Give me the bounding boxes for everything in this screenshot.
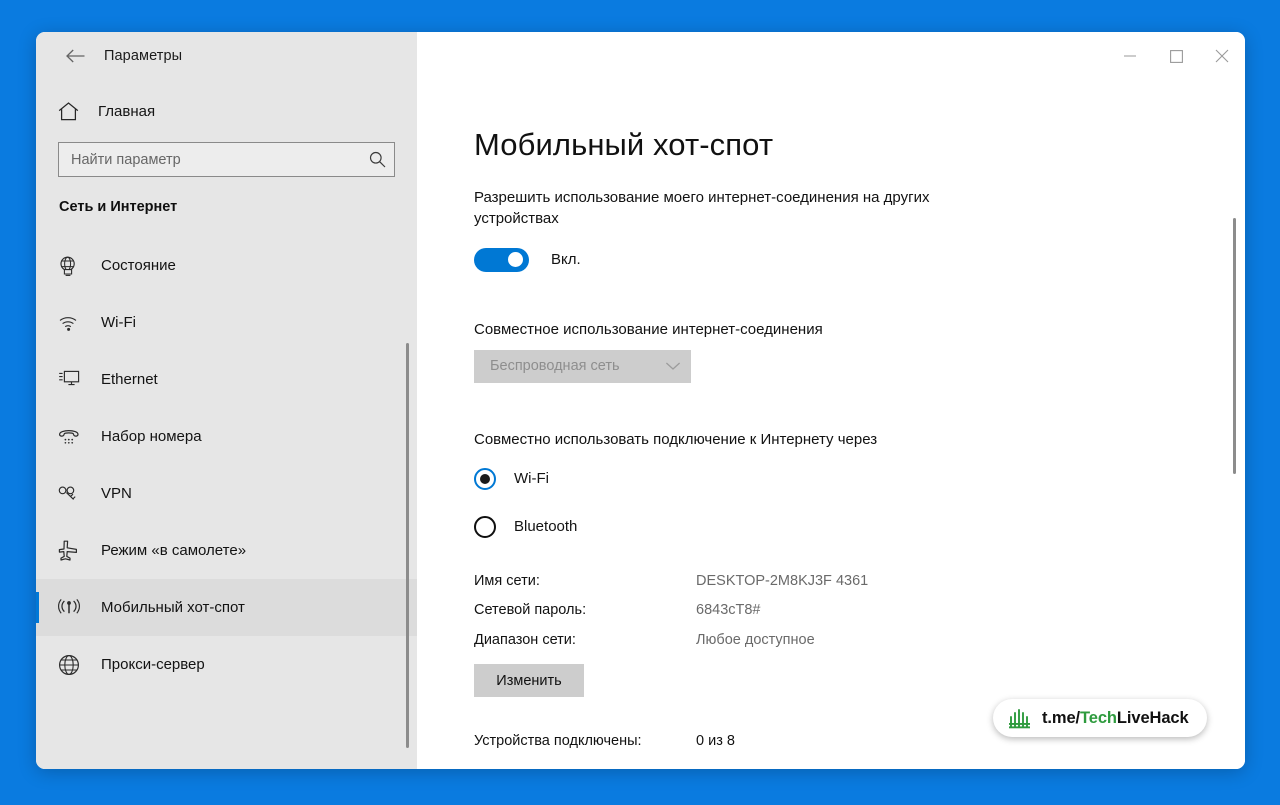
network-password-key: Сетевой пароль: xyxy=(474,602,587,619)
vpn-key-icon xyxy=(58,486,90,501)
back-button[interactable] xyxy=(52,40,98,72)
sidebar-item-airplane-mode[interactable]: Режим «в самолете» xyxy=(36,522,417,579)
radio-wifi-indicator xyxy=(474,467,496,490)
hotspot-description: Разрешить использование моего интернет-с… xyxy=(474,189,930,228)
watermark-text: t.me/TechLiveHack xyxy=(1042,709,1189,728)
table-row: Сетевой пароль: 6843cT8# xyxy=(474,603,868,633)
network-band-key: Диапазон сети: xyxy=(474,631,576,648)
sidebar-item-home[interactable]: Главная xyxy=(36,90,417,132)
app-title: Параметры xyxy=(104,48,183,64)
devices-connected-value: 0 из 8 xyxy=(696,733,735,750)
sidebar-item-label: Ethernet xyxy=(101,371,158,388)
search-icon[interactable] xyxy=(365,151,386,168)
minimize-button[interactable] xyxy=(1107,32,1153,80)
hotspot-icon xyxy=(58,598,90,617)
sidebar-item-status[interactable]: Состояние xyxy=(36,237,417,294)
radio-option-wifi[interactable]: Wi-Fi xyxy=(474,467,1245,490)
close-icon xyxy=(1215,49,1229,63)
home-icon xyxy=(58,101,88,121)
sidebar-group-title: Сеть и Интернет xyxy=(59,199,178,215)
hotspot-toggle-row: Вкл. xyxy=(474,247,1245,272)
wifi-icon xyxy=(58,314,90,332)
sidebar-scrollbar-thumb[interactable] xyxy=(406,343,409,748)
sidebar-item-proxy[interactable]: Прокси-сервер xyxy=(36,636,417,693)
radio-option-bluetooth[interactable]: Bluetooth xyxy=(474,515,1245,538)
sidebar-item-label: VPN xyxy=(101,485,132,502)
sidebar: Главная Сеть и Интернет xyxy=(36,80,417,769)
watermark-badge: t.me/TechLiveHack xyxy=(993,699,1207,737)
sidebar-item-label: Режим «в самолете» xyxy=(101,542,247,559)
network-name-value: DESKTOP-2M8KJ3F 4361 xyxy=(696,572,869,589)
edit-button[interactable]: Изменить xyxy=(474,664,584,698)
network-band-value: Любое доступное xyxy=(696,631,815,648)
chevron-down-icon xyxy=(665,361,681,371)
watermark-highlight: Tech xyxy=(1080,708,1117,727)
window-body: Главная Сеть и Интернет xyxy=(36,80,1245,769)
back-arrow-icon xyxy=(65,49,85,63)
devices-connected-label: Устройства подключены: xyxy=(474,733,642,750)
dropdown-selected-value: Беспроводная сеть xyxy=(490,358,620,375)
hotspot-toggle-label: Вкл. xyxy=(551,251,581,269)
watermark-prefix: t.me/ xyxy=(1042,708,1081,727)
search-box[interactable] xyxy=(58,142,395,177)
radio-wifi-label: Wi-Fi xyxy=(514,470,549,488)
telegram-channel-logo-icon xyxy=(1007,706,1033,730)
sidebar-item-vpn[interactable]: VPN xyxy=(36,465,417,522)
globe-monitor-icon xyxy=(58,256,90,276)
titlebar-left-region: Параметры xyxy=(36,32,417,80)
sharing-connection-dropdown[interactable]: Беспроводная сеть xyxy=(474,349,691,383)
hotspot-toggle[interactable] xyxy=(474,247,529,272)
sidebar-item-label: Wi-Fi xyxy=(101,314,136,331)
table-row: Диапазон сети: Любое доступное xyxy=(474,631,868,663)
network-name-key: Имя сети: xyxy=(474,572,540,589)
sidebar-item-label: Мобильный хот-спот xyxy=(101,599,245,616)
sidebar-home-label: Главная xyxy=(98,102,156,120)
search-input[interactable] xyxy=(71,143,365,176)
page-title: Мобильный хот-спот xyxy=(474,127,774,162)
minimize-icon xyxy=(1123,51,1137,61)
radio-bluetooth-label: Bluetooth xyxy=(514,518,578,536)
network-password-value: 6843cT8# xyxy=(696,602,761,619)
sidebar-nav-list: Состояние Wi-Fi Ethernet Набор номера VP… xyxy=(36,237,417,723)
share-via-label: Совместно использовать подключение к Инт… xyxy=(474,430,878,448)
sharing-section-label: Совместное использование интернет-соедин… xyxy=(474,320,823,338)
window-controls xyxy=(1107,32,1245,80)
watermark-suffix: LiveHack xyxy=(1116,708,1189,727)
radio-bluetooth-indicator xyxy=(474,515,496,538)
maximize-icon xyxy=(1169,49,1183,63)
table-row: Имя сети: DESKTOP-2M8KJ3F 4361 xyxy=(474,572,869,604)
titlebar-right-region xyxy=(417,32,1245,80)
titlebar: Параметры xyxy=(36,32,1245,80)
sidebar-item-dialup[interactable]: Набор номера xyxy=(36,408,417,465)
close-button[interactable] xyxy=(1199,32,1245,80)
sidebar-item-mobile-hotspot[interactable]: Мобильный хот-спот xyxy=(36,579,417,636)
ethernet-icon xyxy=(58,370,90,389)
settings-window: Параметры Главная Найти параметр Сеть и … xyxy=(36,32,1245,769)
sidebar-item-label: Состояние xyxy=(101,257,176,274)
airplane-icon xyxy=(58,540,90,561)
sidebar-item-wifi[interactable]: Wi-Fi xyxy=(36,294,417,351)
network-info-table: Имя сети: DESKTOP-2M8KJ3F 4361 Сетевой п… xyxy=(474,572,869,663)
sidebar-item-label: Набор номера xyxy=(101,428,202,445)
main-content: Мобильный хот-спот Разрешить использован… xyxy=(417,80,1245,769)
main-scrollbar-thumb[interactable] xyxy=(1233,218,1236,474)
sidebar-item-label: Прокси-сервер xyxy=(101,656,205,673)
dialup-phone-icon xyxy=(58,427,90,446)
maximize-button[interactable] xyxy=(1153,32,1199,80)
toggle-knob xyxy=(508,252,523,268)
globe-icon xyxy=(58,654,90,676)
sidebar-item-ethernet[interactable]: Ethernet xyxy=(36,351,417,408)
